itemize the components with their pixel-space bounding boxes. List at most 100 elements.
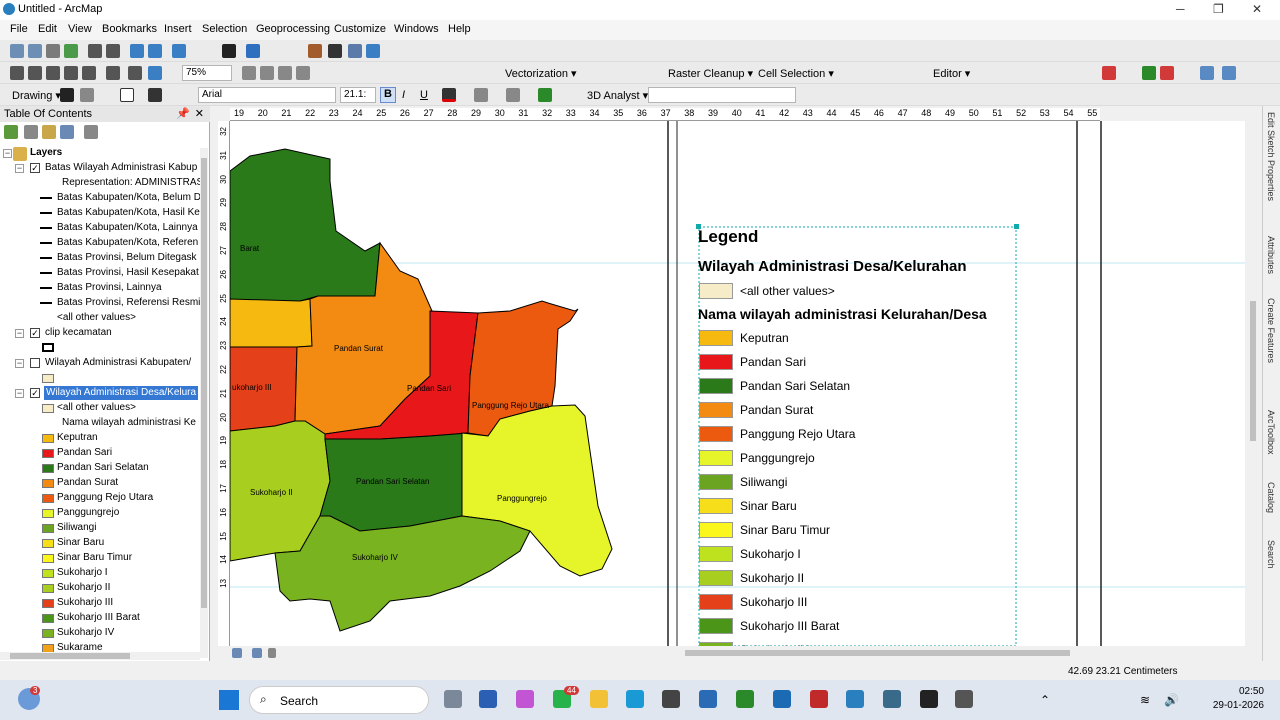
file-explorer-icon[interactable] — [590, 690, 608, 708]
forward-icon[interactable] — [148, 44, 162, 58]
start-icon[interactable] — [219, 690, 239, 710]
attributes-icon[interactable] — [1200, 66, 1214, 80]
select-pointer-icon[interactable] — [60, 88, 74, 102]
clock-time[interactable]: 02:50 — [1210, 686, 1264, 697]
layout-zoom-out-icon[interactable] — [28, 66, 42, 80]
go-to-xy-icon[interactable] — [366, 44, 380, 58]
app-icon[interactable] — [955, 690, 973, 708]
map-frame[interactable]: Barat Pandan Surat Pandan Sari Panggung … — [230, 121, 1245, 646]
xbox-icon[interactable] — [736, 690, 754, 708]
zoom-select[interactable]: 75% — [182, 65, 232, 81]
rotate-icon[interactable] — [80, 88, 94, 102]
task-view-icon[interactable] — [444, 690, 462, 708]
italic-button[interactable]: I — [402, 89, 405, 101]
add-data-icon[interactable] — [308, 44, 322, 58]
show-hidden-icons[interactable]: ⌃ — [1040, 693, 1050, 707]
menu-windows[interactable]: Windows — [394, 23, 439, 35]
marker-color-icon[interactable] — [538, 88, 552, 102]
volume-icon[interactable]: 🔊 — [1164, 693, 1179, 707]
select-features-icon[interactable] — [172, 44, 186, 58]
data-view-icon[interactable] — [232, 648, 242, 658]
line-color-icon[interactable] — [506, 88, 520, 102]
arcmap-taskbar-icon[interactable] — [846, 690, 864, 708]
app-icon[interactable] — [699, 690, 717, 708]
pin-icon[interactable]: 📌 — [176, 107, 190, 120]
text-icon[interactable] — [148, 88, 162, 102]
edge-icon[interactable] — [626, 690, 644, 708]
zoom-whole-page-icon[interactable] — [64, 66, 78, 80]
close-button[interactable]: ✕ — [1252, 2, 1262, 16]
minimize-button[interactable]: ─ — [1176, 2, 1185, 16]
data-driven-pages-icon[interactable] — [296, 66, 310, 80]
sketch-properties-icon[interactable] — [1222, 66, 1236, 80]
clip-toggle[interactable]: − — [15, 329, 24, 338]
menu-geoprocessing[interactable]: Geoprocessing — [256, 23, 330, 35]
cut-polygon-icon[interactable] — [1160, 66, 1174, 80]
zoom-in-icon[interactable] — [10, 44, 24, 58]
reshape-icon[interactable] — [1142, 66, 1156, 80]
editor-menu[interactable]: Editor ▾ — [933, 67, 970, 80]
layer-clip-kecamatan[interactable]: clip kecamatan — [45, 326, 112, 340]
layer-batas-wilayah[interactable]: Batas Wilayah Administrasi Kabup — [45, 161, 197, 175]
pan-icon[interactable] — [46, 44, 60, 58]
raster-cleanup-menu[interactable]: Raster Cleanup ▾ — [668, 67, 753, 80]
fixed-zoom-icon[interactable] — [106, 66, 120, 80]
zoom-out-icon[interactable] — [28, 44, 42, 58]
toc-scrollbar[interactable] — [200, 148, 208, 658]
app-icon[interactable] — [883, 690, 901, 708]
rectangle-icon[interactable] — [120, 88, 134, 102]
change-layout-icon[interactable] — [278, 66, 292, 80]
bold-button[interactable]: B — [380, 87, 396, 103]
word-icon[interactable] — [479, 690, 497, 708]
menu-help[interactable]: Help — [448, 23, 471, 35]
layers-label[interactable]: Layers — [30, 146, 62, 160]
dock-search[interactable]: Search — [1266, 540, 1276, 569]
menu-file[interactable]: File — [10, 23, 28, 35]
dock-edit-sketch-properties[interactable]: Edit Sketch Properties — [1266, 112, 1276, 201]
maximize-button[interactable]: ❐ — [1213, 2, 1224, 16]
select-elements-icon[interactable] — [222, 44, 236, 58]
3d-analyst-menu[interactable]: 3D Analyst ▾ — [587, 89, 648, 102]
font-size-select[interactable]: 21.1: — [340, 87, 376, 103]
dock-arctoolbox[interactable]: ArcToolbox — [1266, 410, 1276, 455]
layers-toggle[interactable]: − — [3, 149, 12, 158]
outlook-icon[interactable] — [773, 690, 791, 708]
options-icon[interactable] — [84, 125, 98, 139]
app-icon[interactable] — [920, 690, 938, 708]
identify-icon[interactable] — [246, 44, 260, 58]
wifi-icon[interactable]: ≋ — [1140, 693, 1150, 707]
dock-create-features[interactable]: Create Features — [1266, 298, 1276, 363]
list-by-visibility-icon[interactable] — [42, 125, 56, 139]
list-by-source-icon[interactable] — [24, 125, 38, 139]
edit-vertices-icon[interactable] — [1102, 66, 1116, 80]
layer-desa-selected[interactable]: Wilayah Administrasi Desa/Kelura — [44, 386, 199, 400]
underline-button[interactable]: U — [420, 89, 428, 101]
taskbar-search[interactable]: ⌕ Search — [249, 686, 429, 714]
focus-data-frame-icon[interactable] — [260, 66, 274, 80]
layout-view[interactable]: Barat Pandan Surat Pandan Sari Panggung … — [230, 121, 1245, 646]
font-color-icon[interactable] — [442, 88, 456, 102]
font-select[interactable]: Arial — [198, 87, 336, 103]
desa-checkbox[interactable]: ✓ — [30, 388, 40, 398]
zoom-100-icon[interactable] — [82, 66, 96, 80]
layout-pan-icon[interactable] — [46, 66, 60, 80]
previous-extent-icon[interactable] — [128, 66, 142, 80]
list-by-selection-icon[interactable] — [60, 125, 74, 139]
fixed-zoom-in-icon[interactable] — [88, 44, 102, 58]
kab-toggle[interactable]: − — [15, 359, 24, 368]
layout-h-scrollbar[interactable] — [230, 648, 1245, 658]
layout-v-scrollbar[interactable] — [1248, 121, 1258, 646]
desa-toggle[interactable]: − — [15, 389, 24, 398]
clip-checkbox[interactable]: ✓ — [30, 328, 40, 338]
menu-customize[interactable]: Customize — [334, 23, 386, 35]
full-extent-icon[interactable] — [64, 44, 78, 58]
copilot-icon[interactable] — [516, 690, 534, 708]
kab-checkbox[interactable] — [30, 358, 40, 368]
close-toc-icon[interactable]: ✕ — [195, 107, 204, 120]
fill-color-icon[interactable] — [474, 88, 488, 102]
fixed-zoom-out-icon[interactable] — [106, 44, 120, 58]
drawing-menu[interactable]: Drawing ▾ — [12, 89, 61, 102]
menu-view[interactable]: View — [68, 23, 92, 35]
route-icon[interactable] — [348, 44, 362, 58]
cell-selection-menu[interactable]: Cell Selection ▾ — [758, 67, 834, 80]
